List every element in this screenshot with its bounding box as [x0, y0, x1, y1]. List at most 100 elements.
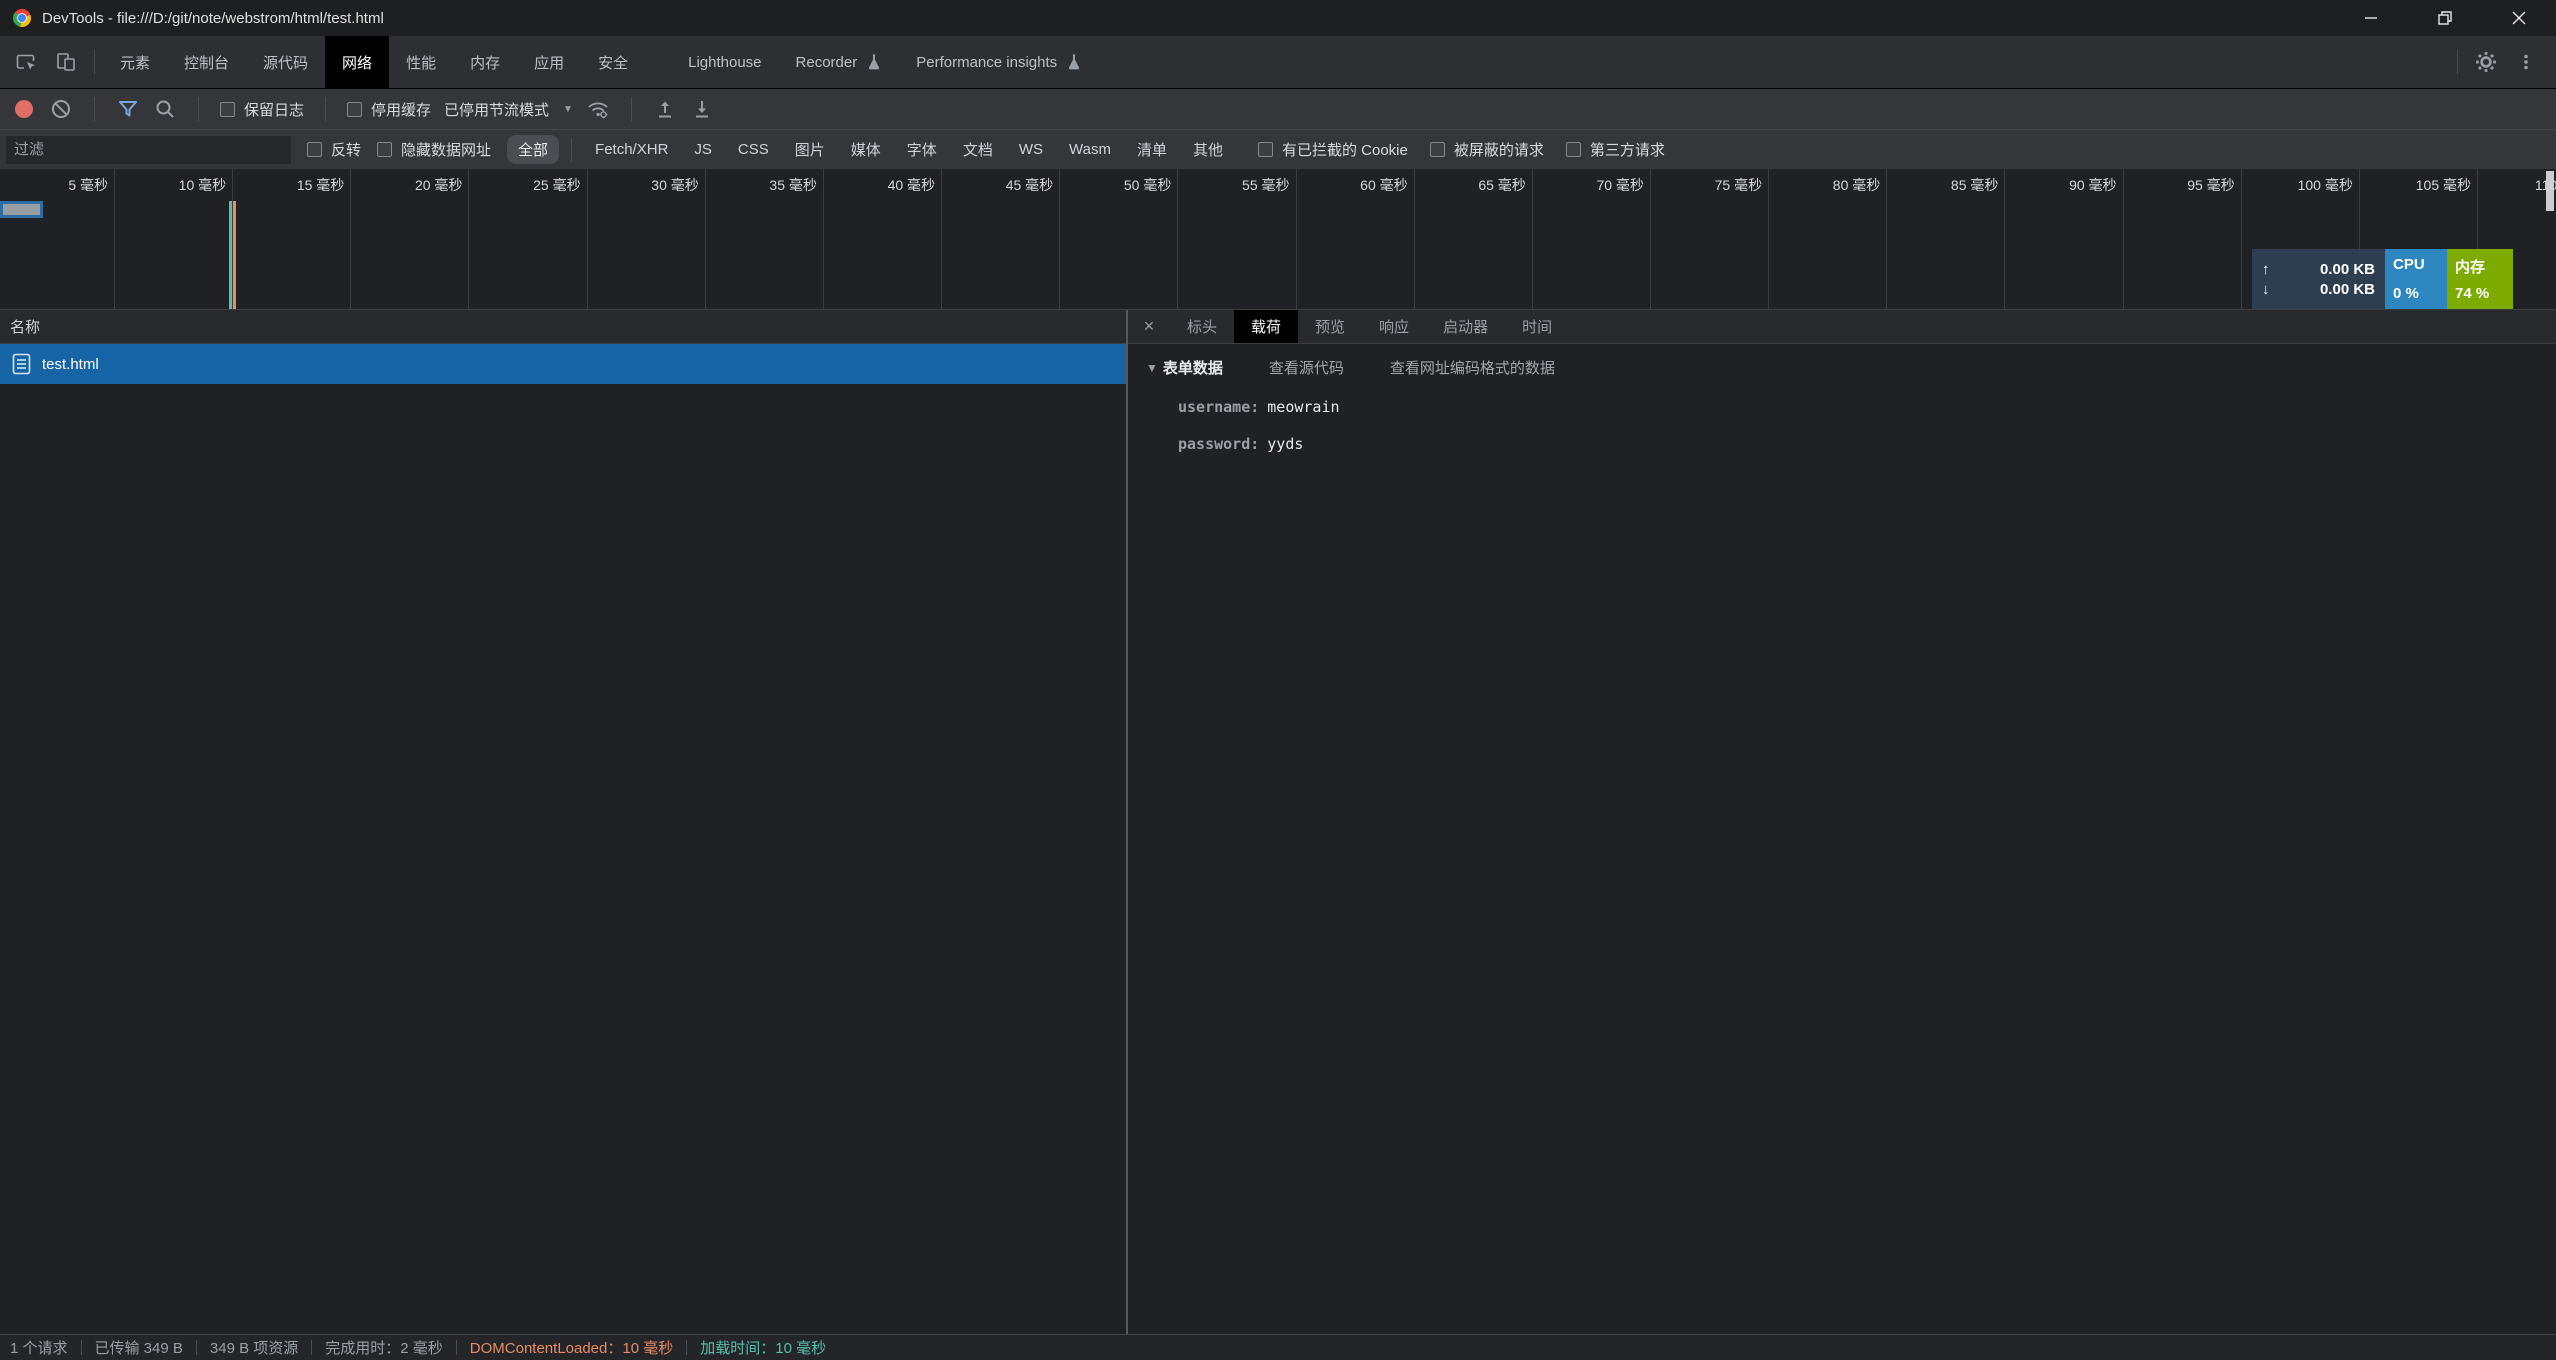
- request-row[interactable]: test.html: [0, 344, 1126, 384]
- filter-chip-js[interactable]: JS: [683, 137, 723, 162]
- hide-data-urls-checkbox-group[interactable]: 隐藏数据网址: [377, 139, 491, 160]
- network-throughput-overlay: ↑ 0.00 KB ↓ 0.00 KB: [2252, 249, 2385, 309]
- tab-performance-insights[interactable]: Performance insights: [899, 36, 1099, 88]
- window-title: DevTools - file:///D:/git/note/webstrom/…: [42, 10, 384, 27]
- settings-gear-button[interactable]: [2466, 36, 2506, 88]
- filter-chip-wasm[interactable]: Wasm: [1058, 137, 1122, 162]
- detail-tabs-list: 标头载荷预览响应启动器时间: [1170, 310, 1569, 343]
- form-data-value: meowrain: [1267, 398, 1339, 416]
- detail-tab-response[interactable]: 响应: [1362, 310, 1426, 343]
- tab-memory[interactable]: 内存: [453, 36, 517, 88]
- minimize-button[interactable]: [2334, 0, 2408, 36]
- tab-security[interactable]: 安全: [581, 36, 645, 88]
- ruler-tick-label: 75 毫秒: [1644, 175, 1762, 195]
- blocked-cookies-checkbox-group[interactable]: 有已拦截的 Cookie: [1258, 139, 1408, 160]
- ruler-tick-label: 20 毫秒: [344, 175, 462, 195]
- close-button[interactable]: [2482, 0, 2556, 36]
- disable-cache-checkbox[interactable]: [347, 102, 362, 117]
- form-data-value: yyds: [1267, 435, 1303, 453]
- preserve-log-checkbox[interactable]: [220, 102, 235, 117]
- device-toolbar-button[interactable]: [46, 36, 86, 88]
- funnel-icon: [117, 98, 139, 120]
- detail-tab-initiator[interactable]: 启动器: [1426, 310, 1505, 343]
- ruler-tick-label: 35 毫秒: [699, 175, 817, 195]
- view-url-encoded-link[interactable]: 查看网址编码格式的数据: [1390, 357, 1555, 378]
- ruler-tick-label: 45 毫秒: [935, 175, 1053, 195]
- cpu-usage-overlay: CPU 0 %: [2385, 249, 2447, 309]
- disable-cache-checkbox-group[interactable]: 停用缓存: [347, 99, 431, 120]
- detail-tab-headers[interactable]: 标头: [1170, 310, 1234, 343]
- ruler-tick-label: 5 毫秒: [0, 175, 108, 195]
- blocked-requests-checkbox[interactable]: [1430, 142, 1445, 157]
- filter-chip-doc[interactable]: 文档: [952, 135, 1004, 164]
- detail-tab-preview[interactable]: 预览: [1298, 310, 1362, 343]
- filter-chip-img[interactable]: 图片: [784, 135, 836, 164]
- preserve-log-checkbox-group[interactable]: 保留日志: [220, 99, 304, 120]
- inspect-element-button[interactable]: [6, 36, 46, 88]
- kebab-menu-button[interactable]: [2506, 36, 2546, 88]
- filter-input[interactable]: [6, 136, 291, 164]
- title-bar: DevTools - file:///D:/git/note/webstrom/…: [0, 0, 2556, 36]
- ruler-tick-label: 60 毫秒: [1290, 175, 1408, 195]
- tab-recorder[interactable]: Recorder: [779, 36, 900, 88]
- invert-filter-label: 反转: [331, 139, 361, 160]
- filter-chip-font[interactable]: 字体: [896, 135, 948, 164]
- chevron-down-icon: ▼: [563, 104, 573, 115]
- filter-chip-css[interactable]: CSS: [727, 137, 780, 162]
- export-har-button[interactable]: [690, 97, 714, 121]
- upload-arrow-icon: [654, 98, 676, 120]
- restore-button[interactable]: [2408, 0, 2482, 36]
- filter-chip-other[interactable]: 其他: [1182, 135, 1234, 164]
- toolbar-divider: [94, 50, 95, 74]
- ruler-tick-label: 110 毫秒: [2471, 175, 2556, 195]
- tab-lighthouse[interactable]: Lighthouse: [671, 36, 778, 88]
- tab-label: 网络: [342, 52, 372, 73]
- blocked-requests-checkbox-group[interactable]: 被屏蔽的请求: [1430, 139, 1544, 160]
- filter-toggle-button[interactable]: [116, 97, 140, 121]
- invert-filter-checkbox[interactable]: [307, 142, 322, 157]
- tab-application[interactable]: 应用: [517, 36, 581, 88]
- third-party-checkbox[interactable]: [1566, 142, 1581, 157]
- tab-label: 元素: [120, 52, 150, 73]
- import-har-button[interactable]: [653, 97, 677, 121]
- overview-request-bar[interactable]: [0, 201, 43, 218]
- blocked-cookies-checkbox[interactable]: [1258, 142, 1273, 157]
- network-overview-timeline: ↑ 0.00 KB ↓ 0.00 KB CPU 0 % 内存 74 % 5 毫秒…: [0, 169, 2556, 310]
- tab-sources[interactable]: 源代码: [246, 36, 325, 88]
- close-details-button[interactable]: ×: [1128, 310, 1170, 343]
- chrome-logo-icon: [13, 9, 31, 27]
- form-data-entries: username:meowrainpassword:yyds: [1178, 398, 2556, 453]
- hide-data-urls-checkbox[interactable]: [377, 142, 392, 157]
- invert-filter-checkbox-group[interactable]: 反转: [307, 139, 361, 160]
- filter-chip-all[interactable]: 全部: [507, 135, 559, 164]
- clear-network-log-button[interactable]: [49, 97, 73, 121]
- view-source-link[interactable]: 查看源代码: [1269, 357, 1344, 378]
- network-conditions-button[interactable]: [586, 97, 610, 121]
- cpu-label: CPU: [2393, 256, 2439, 273]
- disable-cache-label: 停用缓存: [371, 99, 431, 120]
- triangle-down-icon[interactable]: ▼: [1146, 361, 1158, 375]
- kebab-menu-icon: [2517, 53, 2535, 71]
- name-column-header[interactable]: 名称: [0, 310, 1126, 344]
- tab-console[interactable]: 控制台: [167, 36, 246, 88]
- tab-performance[interactable]: 性能: [389, 36, 453, 88]
- tab-elements[interactable]: 元素: [103, 36, 167, 88]
- toolbar-divider: [631, 97, 632, 121]
- ruler-tick-label: 100 毫秒: [2235, 175, 2353, 195]
- throttling-select[interactable]: 已停用节流模式 ▼: [444, 99, 573, 120]
- tab-label: 控制台: [184, 52, 229, 73]
- ruler-tick-label: 50 毫秒: [1053, 175, 1171, 195]
- detail-tab-timing[interactable]: 时间: [1505, 310, 1569, 343]
- download-value: 0.00 KB: [2320, 281, 2375, 298]
- filter-chip-media[interactable]: 媒体: [840, 135, 892, 164]
- record-network-log-button[interactable]: [12, 97, 36, 121]
- tab-label: 内存: [470, 52, 500, 73]
- tab-network[interactable]: 网络: [325, 36, 389, 88]
- third-party-checkbox-group[interactable]: 第三方请求: [1566, 139, 1665, 160]
- filter-chip-fetch-xhr[interactable]: Fetch/XHR: [584, 137, 679, 162]
- filter-chip-ws[interactable]: WS: [1008, 137, 1054, 162]
- search-button[interactable]: [153, 97, 177, 121]
- detail-tab-payload[interactable]: 载荷: [1234, 310, 1298, 343]
- form-data-section-header[interactable]: ▼ 表单数据 查看源代码 查看网址编码格式的数据: [1146, 357, 2556, 378]
- filter-chip-manifest[interactable]: 清单: [1126, 135, 1178, 164]
